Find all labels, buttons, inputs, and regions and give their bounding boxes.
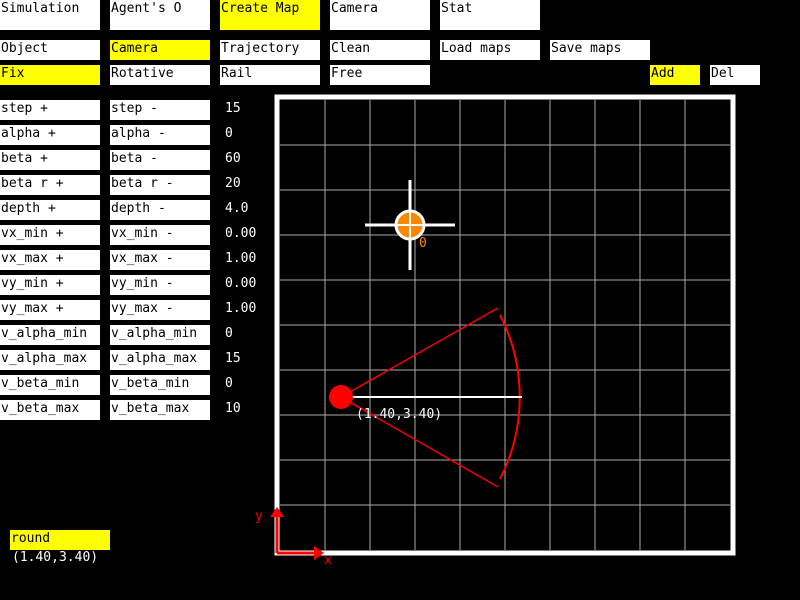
object-marker[interactable] <box>365 180 455 270</box>
param-decrease-button[interactable]: v_beta_min <box>110 375 210 395</box>
param-increase-button[interactable]: beta r + <box>0 175 100 195</box>
rotative-button[interactable]: Rotative <box>110 65 210 85</box>
tab-create-map[interactable]: Create Map <box>220 0 320 30</box>
param-increase-button[interactable]: v_alpha_min <box>0 325 100 345</box>
param-value: 60 <box>225 151 241 166</box>
param-value: 0 <box>225 376 233 391</box>
del-button[interactable]: Del <box>710 65 760 85</box>
tab-simulation[interactable]: Simulation <box>0 0 100 30</box>
param-value: 1.00 <box>225 301 257 316</box>
free-button[interactable]: Free <box>330 65 430 85</box>
save-maps-button[interactable]: Save maps <box>550 40 650 60</box>
object-label: 0 <box>419 236 427 251</box>
param-value: 0 <box>225 326 233 341</box>
param-increase-button[interactable]: beta + <box>0 150 100 170</box>
camera-marker[interactable] <box>329 385 353 409</box>
param-decrease-button[interactable]: vy_max - <box>110 300 210 320</box>
tab-agents-o[interactable]: Agent's O <box>110 0 210 30</box>
clean-button[interactable]: Clean <box>330 40 430 60</box>
param-value: 20 <box>225 176 241 191</box>
param-value: 15 <box>225 101 241 116</box>
param-decrease-button[interactable]: vx_max - <box>110 250 210 270</box>
param-value: 10 <box>225 401 241 416</box>
param-decrease-button[interactable]: vy_min - <box>110 275 210 295</box>
axis-indicator: y x <box>255 507 332 568</box>
param-decrease-button[interactable]: v_alpha_max <box>110 350 210 370</box>
param-value: 0 <box>225 126 233 141</box>
tab-stat[interactable]: Stat <box>440 0 540 30</box>
tab-camera[interactable]: Camera <box>330 0 430 30</box>
param-decrease-button[interactable]: alpha - <box>110 125 210 145</box>
param-decrease-button[interactable]: vx_min - <box>110 225 210 245</box>
param-decrease-button[interactable]: step - <box>110 100 210 120</box>
object-button[interactable]: Object <box>0 40 100 60</box>
param-increase-button[interactable]: vy_max + <box>0 300 100 320</box>
param-increase-button[interactable]: alpha + <box>0 125 100 145</box>
mode-status-badge: round <box>10 530 110 550</box>
param-value: 15 <box>225 351 241 366</box>
rail-button[interactable]: Rail <box>220 65 320 85</box>
map-canvas[interactable]: 0 (1.40,3.40) <box>274 94 736 556</box>
param-increase-button[interactable]: v_beta_min <box>0 375 100 395</box>
param-decrease-button[interactable]: depth - <box>110 200 210 220</box>
load-maps-button[interactable]: Load maps <box>440 40 540 60</box>
axis-x-label: x <box>324 553 332 568</box>
param-increase-button[interactable]: vx_max + <box>0 250 100 270</box>
fix-button[interactable]: Fix <box>0 65 100 85</box>
param-decrease-button[interactable]: beta r - <box>110 175 210 195</box>
param-value: 1.00 <box>225 251 257 266</box>
camera-button[interactable]: Camera <box>110 40 210 60</box>
add-button[interactable]: Add <box>650 65 700 85</box>
param-increase-button[interactable]: v_alpha_max <box>0 350 100 370</box>
param-value: 0.00 <box>225 226 257 241</box>
param-decrease-button[interactable]: v_alpha_min <box>110 325 210 345</box>
param-value: 4.0 <box>225 201 249 216</box>
param-increase-button[interactable]: vx_min + <box>0 225 100 245</box>
param-increase-button[interactable]: depth + <box>0 200 100 220</box>
param-decrease-button[interactable]: v_beta_max <box>110 400 210 420</box>
param-increase-button[interactable]: vy_min + <box>0 275 100 295</box>
param-increase-button[interactable]: v_beta_max <box>0 400 100 420</box>
axis-y-label: y <box>255 509 263 524</box>
trajectory-button[interactable]: Trajectory <box>220 40 320 60</box>
camera-coordinate-label: (1.40,3.40) <box>356 407 442 422</box>
param-increase-button[interactable]: step + <box>0 100 100 120</box>
param-value: 0.00 <box>225 276 257 291</box>
cursor-coordinates: (1.40,3.40) <box>12 550 99 565</box>
param-decrease-button[interactable]: beta - <box>110 150 210 170</box>
